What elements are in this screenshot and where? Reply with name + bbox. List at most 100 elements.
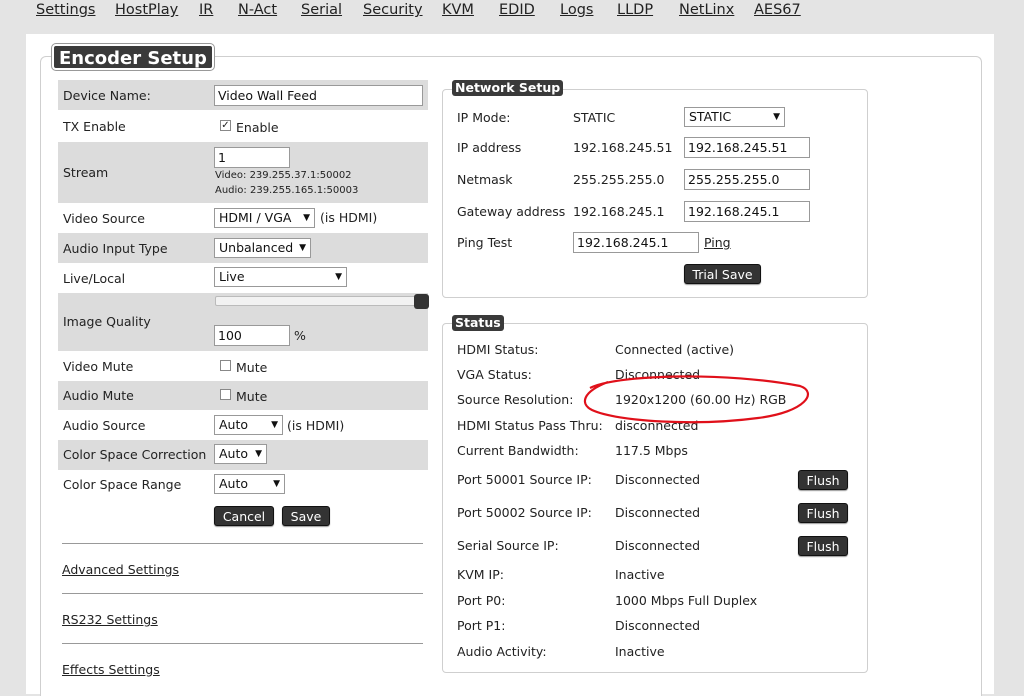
audio-mute-text: Mute [236, 389, 268, 404]
chevron-down-icon: ▼ [273, 479, 280, 489]
audio-activity-label: Audio Activity: [457, 644, 547, 659]
port-50002-value: Disconnected [615, 505, 701, 520]
tx-enable-label: TX Enable [63, 119, 126, 134]
flush-button-50002[interactable]: Flush [798, 503, 848, 523]
nav-netlinx[interactable]: NetLinx [679, 2, 734, 18]
nav-settings[interactable]: Settings [36, 2, 95, 18]
nav-logs[interactable]: Logs [560, 2, 593, 18]
save-button[interactable]: Save [282, 506, 330, 526]
audio-input-value: Unbalanced [219, 240, 294, 255]
chevron-down-icon: ▼ [299, 243, 306, 253]
color-space-range-select[interactable]: Auto ▼ [214, 474, 285, 494]
port-p0-label: Port P0: [457, 593, 506, 608]
live-local-select[interactable]: Live ▼ [214, 267, 347, 287]
nav-serial[interactable]: Serial [301, 2, 342, 18]
status-title: Status [452, 315, 504, 331]
encoder-setup-title: Encoder Setup [52, 44, 214, 70]
image-quality-slider-handle[interactable] [414, 294, 429, 309]
video-source-note: (is HDMI) [320, 210, 378, 225]
video-source-label: Video Source [63, 211, 145, 226]
chevron-down-icon: ▼ [255, 449, 262, 459]
video-mute-checkbox[interactable] [220, 360, 231, 371]
color-space-range-label: Color Space Range [63, 477, 182, 492]
audio-input-select[interactable]: Unbalanced ▼ [214, 238, 311, 258]
tx-enable-text: Enable [236, 120, 279, 135]
audio-mute-label: Audio Mute [63, 388, 134, 403]
audio-mute-checkbox[interactable] [220, 389, 231, 400]
cancel-button[interactable]: Cancel [214, 506, 274, 526]
netmask-label: Netmask [457, 172, 513, 187]
live-local-value: Live [219, 269, 245, 284]
chevron-down-icon: ▼ [271, 420, 278, 430]
gateway-input[interactable]: 192.168.245.1 [684, 201, 810, 222]
audio-input-label: Audio Input Type [63, 241, 168, 256]
ip-mode-select[interactable]: STATIC ▼ [684, 107, 785, 127]
ping-link[interactable]: Ping [704, 235, 731, 250]
netmask-input[interactable]: 255.255.255.0 [684, 169, 810, 190]
stream-label: Stream [63, 165, 109, 180]
nav-aes67[interactable]: AES67 [754, 2, 801, 18]
bandwidth-label: Current Bandwidth: [457, 443, 579, 458]
audio-source-value: Auto [219, 417, 249, 432]
nav-edid[interactable]: EDID [499, 2, 535, 18]
nav-lldp[interactable]: LLDP [617, 2, 653, 18]
image-quality-input[interactable]: 100 [214, 325, 290, 346]
trial-save-button[interactable]: Trial Save [684, 264, 761, 284]
port-p1-label: Port P1: [457, 618, 506, 633]
serial-source-value: Disconnected [615, 538, 701, 553]
tx-enable-checkbox[interactable]: ✓ [220, 120, 231, 131]
color-space-range-value: Auto [219, 476, 249, 491]
ip-address-current: 192.168.245.51 [573, 140, 673, 155]
divider [62, 543, 423, 544]
port-p1-value: Disconnected [615, 618, 701, 633]
audio-source-note: (is HDMI) [287, 418, 345, 433]
advanced-settings-link[interactable]: Advanced Settings [62, 562, 179, 577]
stream-input[interactable]: 1 [214, 147, 290, 168]
port-50002-label: Port 50002 Source IP: [457, 505, 592, 520]
kvm-ip-label: KVM IP: [457, 567, 504, 582]
video-source-select[interactable]: HDMI / VGA ▼ [214, 208, 315, 228]
color-space-correction-select[interactable]: Auto ▼ [214, 444, 267, 464]
image-quality-unit: % [294, 328, 306, 343]
video-mute-text: Mute [236, 360, 268, 375]
bandwidth-value: 117.5 Mbps [615, 443, 688, 458]
live-local-label: Live/Local [63, 271, 126, 286]
vga-status-label: VGA Status: [457, 367, 532, 382]
image-quality-slider[interactable] [215, 296, 429, 306]
port-p0-value: 1000 Mbps Full Duplex [615, 593, 758, 608]
nav-hostplay[interactable]: HostPlay [115, 2, 178, 18]
nav-ir[interactable]: IR [199, 2, 213, 18]
color-space-correction-label: Color Space Correction [63, 447, 207, 462]
netmask-current: 255.255.255.0 [573, 172, 665, 187]
chevron-down-icon: ▼ [773, 112, 780, 122]
nav-kvm[interactable]: KVM [442, 2, 474, 18]
rs232-settings-link[interactable]: RS232 Settings [62, 612, 158, 627]
ip-address-input[interactable]: 192.168.245.51 [684, 137, 810, 158]
nav-n-act[interactable]: N-Act [238, 2, 277, 18]
device-name-input[interactable]: Video Wall Feed [214, 85, 423, 106]
divider [62, 593, 423, 594]
hdmi-status-value: Connected (active) [615, 342, 735, 357]
effects-settings-link[interactable]: Effects Settings [62, 662, 160, 677]
source-resolution-label: Source Resolution: [457, 392, 574, 407]
annotation-circle [583, 375, 810, 424]
network-setup-title: Network Setup [452, 80, 564, 96]
ip-address-label: IP address [457, 140, 522, 155]
ip-mode-current: STATIC [573, 110, 616, 125]
port-50001-value: Disconnected [615, 472, 701, 487]
top-nav: Settings HostPlay IR N-Act Serial Securi… [0, 0, 1024, 28]
ping-test-input[interactable]: 192.168.245.1 [573, 232, 699, 253]
device-name-label: Device Name: [63, 88, 151, 103]
gateway-label: Gateway address [457, 204, 566, 219]
stream-video-address: Video: 239.255.37.1:50002 [215, 170, 352, 181]
audio-source-select[interactable]: Auto ▼ [214, 415, 283, 435]
gateway-current: 192.168.245.1 [573, 204, 665, 219]
audio-source-label: Audio Source [63, 418, 146, 433]
image-quality-label: Image Quality [63, 314, 151, 329]
stream-audio-address: Audio: 239.255.165.1:50003 [215, 185, 359, 196]
flush-button-serial[interactable]: Flush [798, 536, 848, 556]
nav-security[interactable]: Security [363, 2, 423, 18]
flush-button-50001[interactable]: Flush [798, 470, 848, 490]
chevron-down-icon: ▼ [335, 272, 342, 282]
video-source-value: HDMI / VGA [219, 210, 292, 225]
